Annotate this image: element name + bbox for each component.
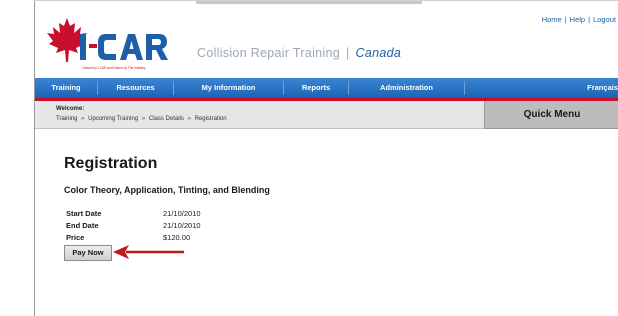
breadcrumb-separator: » xyxy=(187,116,191,122)
nav-my-information[interactable]: My Information xyxy=(174,78,283,98)
red-arrow-left-icon xyxy=(113,245,184,259)
tagline-country: Canada xyxy=(355,46,402,60)
top-links-separator: | xyxy=(564,15,567,24)
site-tagline: Collision Repair Training | Canada xyxy=(197,46,401,60)
nav-resources[interactable]: Resources xyxy=(98,78,173,98)
breadcrumb-class-details[interactable]: Class Details xyxy=(149,116,184,122)
nav-francais[interactable]: Français xyxy=(465,78,618,98)
logo-subtext: Owned by I-CAR and Driven by The Industr… xyxy=(82,66,145,70)
price-label: Price xyxy=(66,233,85,242)
price-value: $120.00 xyxy=(163,233,191,242)
end-date-label: End Date xyxy=(66,221,99,230)
nav-reports[interactable]: Reports xyxy=(284,78,348,98)
top-links: Home | Help | Logout xyxy=(542,15,616,24)
start-date-label: Start Date xyxy=(66,209,102,218)
breadcrumb-registration: Registration xyxy=(194,116,227,122)
nav-training[interactable]: Training xyxy=(35,78,97,98)
nav-administration[interactable]: Administration xyxy=(349,78,464,98)
window-frame-tab xyxy=(196,1,422,4)
breadcrumb-separator: » xyxy=(81,116,85,122)
icar-logo[interactable]: Owned by I-CAR and Driven by The Industr… xyxy=(34,14,182,74)
tagline-text: Collision Repair Training xyxy=(197,46,340,60)
logout-link[interactable]: Logout xyxy=(593,15,616,24)
top-links-separator: | xyxy=(588,15,591,24)
help-link[interactable]: Help xyxy=(570,15,585,24)
main-nav: Training Resources My Information Report… xyxy=(35,78,618,101)
breadcrumb: Training » Upcoming Training » Class Det… xyxy=(56,116,227,122)
icar-wordmark xyxy=(80,34,168,60)
course-title: Color Theory, Application, Tinting, and … xyxy=(64,185,270,195)
home-link[interactable]: Home xyxy=(542,15,562,24)
start-date-value: 21/10/2010 xyxy=(163,209,201,218)
breadcrumb-training[interactable]: Training xyxy=(56,116,77,122)
quick-menu-underline xyxy=(484,128,618,129)
info-bar: Welcome: Training » Upcoming Training » … xyxy=(35,101,484,129)
end-date-value: 21/10/2010 xyxy=(163,221,201,230)
page-title: Registration xyxy=(64,155,158,172)
breadcrumb-separator: » xyxy=(141,116,146,122)
tagline-separator: | xyxy=(345,46,350,60)
welcome-label: Welcome: xyxy=(56,106,85,112)
pay-now-button[interactable]: Pay Now xyxy=(64,245,112,261)
breadcrumb-upcoming-training[interactable]: Upcoming Training xyxy=(88,116,138,122)
quick-menu-header[interactable]: Quick Menu xyxy=(484,101,618,128)
